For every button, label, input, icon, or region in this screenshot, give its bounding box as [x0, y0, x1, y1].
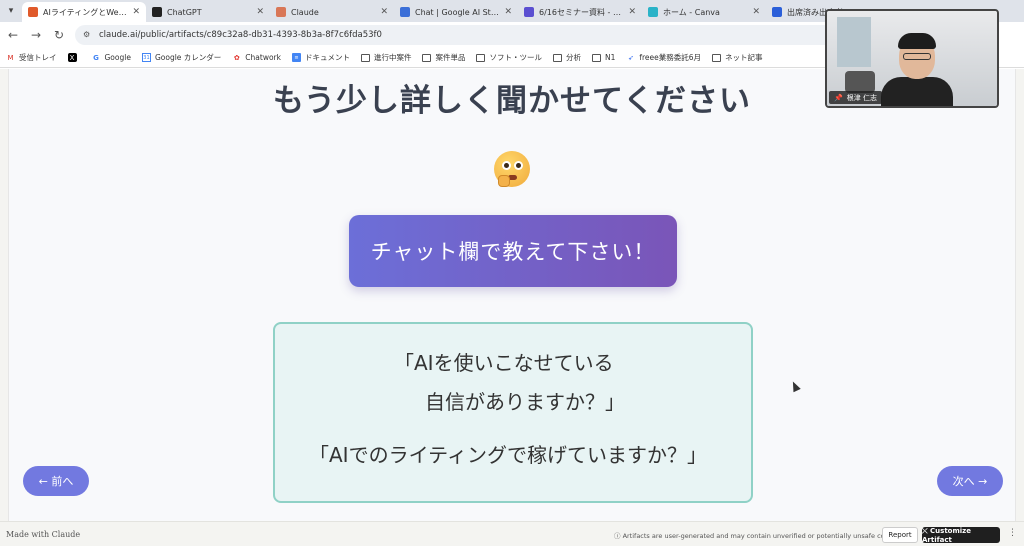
pin-icon: 📌	[834, 93, 843, 102]
presenter-hair	[898, 33, 936, 49]
folder-icon	[591, 53, 601, 62]
disclaimer-text: ⓘ Artifacts are user-generated and may c…	[614, 532, 905, 540]
folder-icon	[552, 53, 562, 62]
bookmark-chatwork[interactable]: ✿ Chatwork	[232, 53, 281, 62]
tab-search-icon[interactable]: ▾	[0, 0, 22, 22]
page-content: もう少し詳しく聞かせてください チャット欄で教えて下さい！ 「AIを使いこなせて…	[0, 69, 1024, 521]
webcam-window	[837, 17, 871, 67]
close-icon[interactable]: ✕	[256, 7, 264, 17]
tab-title: 6/16セミナー資料 - プレゼンテ	[539, 7, 624, 17]
bookmark-inbox[interactable]: M 受信トレイ	[6, 52, 57, 63]
bookmark-folder[interactable]: ソフト・ツール	[476, 52, 542, 63]
tab-title: Claude	[291, 7, 319, 17]
presenter-name: 根津 仁志	[846, 93, 877, 102]
bookmark-docs[interactable]: ≡ ドキュメント	[291, 52, 350, 63]
chat-prompt-button[interactable]: チャット欄で教えて下さい！	[349, 215, 677, 287]
bookmark-label: Google	[104, 53, 131, 62]
freee-icon: ➶	[627, 53, 634, 62]
webcam-overlay: 📌 根津 仁志	[825, 9, 999, 108]
folder-icon	[476, 53, 486, 62]
bookmark-label: 案件単品	[435, 53, 466, 62]
presenter-glasses	[903, 53, 931, 60]
folder-icon	[360, 53, 370, 62]
made-with-claude[interactable]: Made with Claude	[6, 530, 80, 539]
question-line-2: 自信がありますか？」	[425, 390, 625, 414]
tab-2[interactable]: Claude ✕	[270, 2, 394, 22]
close-icon[interactable]: ✕	[504, 7, 512, 17]
bookmark-label: ドキュメント	[304, 53, 350, 62]
site-info-icon[interactable]: ⚙	[83, 30, 93, 40]
folder-icon	[712, 53, 722, 62]
tab-5[interactable]: ホーム - Canva ✕	[642, 2, 766, 22]
thinking-face-emoji-icon	[494, 151, 530, 187]
bookmark-label: ネット記事	[725, 53, 763, 62]
bookmark-folder[interactable]: 分析	[552, 52, 581, 63]
bookmark-folder[interactable]: ネット記事	[712, 52, 763, 63]
tab-title: Chat | Google AI Studio	[415, 7, 501, 17]
folder-icon	[422, 53, 432, 62]
tab-favicon-icon	[276, 7, 286, 17]
calendar-icon: 31	[141, 53, 151, 62]
bookmark-folder[interactable]: 進行中案件	[360, 52, 412, 63]
prev-button[interactable]: ← 前へ	[23, 466, 89, 496]
artifact-footer: Made with Claude ⓘ Artifacts are user-ge…	[0, 521, 1024, 546]
bookmark-folder[interactable]: N1	[591, 53, 616, 62]
tab-title: AIライティングとWebライターの	[43, 7, 128, 17]
forward-arrow-icon[interactable]: →	[26, 25, 46, 45]
eye-icon	[514, 161, 523, 170]
bookmark-label: 分析	[565, 53, 581, 62]
tab-favicon-icon	[524, 7, 534, 17]
back-arrow-icon[interactable]: ←	[3, 25, 23, 45]
address-bar[interactable]: ⚙ claude.ai/public/artifacts/c89c32a8-db…	[75, 25, 835, 45]
close-icon[interactable]: ✕	[628, 7, 636, 17]
bookmark-label: N1	[604, 53, 616, 62]
tab-3[interactable]: Chat | Google AI Studio ✕	[394, 2, 518, 22]
bookmark-x[interactable]: X	[67, 53, 81, 62]
tab-1[interactable]: ChatGPT ✕	[146, 2, 270, 22]
tab-favicon-icon	[648, 7, 658, 17]
tab-favicon-icon	[400, 7, 410, 17]
bookmark-label: 進行中案件	[373, 53, 412, 62]
next-button[interactable]: 次へ →	[937, 466, 1003, 496]
report-button[interactable]: Report	[882, 527, 918, 543]
webcam-chair	[845, 71, 875, 93]
bookmark-google[interactable]: G Google	[92, 53, 131, 62]
close-icon[interactable]: ✕	[380, 7, 388, 17]
bookmark-calendar[interactable]: 31 Google カレンダー	[141, 52, 222, 63]
presenter-name-tag: 📌 根津 仁志	[829, 91, 882, 104]
eye-icon	[502, 161, 511, 170]
x-icon: X	[67, 53, 77, 62]
bookmark-label: freee業務委託6月	[639, 53, 702, 62]
question-line-1: 「AIを使いこなせている	[394, 351, 614, 375]
close-icon[interactable]: ✕	[132, 7, 140, 17]
bookmark-freee[interactable]: ➶ freee業務委託6月	[626, 52, 701, 63]
presenter-body	[881, 77, 953, 106]
bookmark-label: 受信トレイ	[19, 53, 57, 62]
question-box: 「AIを使いこなせている 自信がありますか？」 「AIでのライティングで稼げてい…	[273, 322, 753, 503]
gmail-icon: M	[7, 53, 14, 62]
tab-favicon-icon	[772, 7, 782, 17]
bookmark-label: Chatwork	[245, 53, 281, 62]
tab-0[interactable]: AIライティングとWebライターの ✕	[22, 2, 146, 22]
url-text: claude.ai/public/artifacts/c89c32a8-db31…	[99, 30, 382, 40]
more-options-icon[interactable]: ⋮	[1008, 528, 1017, 538]
tab-4[interactable]: 6/16セミナー資料 - プレゼンテ ✕	[518, 2, 642, 22]
docs-icon: ≡	[291, 53, 301, 62]
chatwork-icon: ✿	[233, 53, 240, 62]
bookmark-label: ソフト・ツール	[489, 53, 542, 62]
close-icon[interactable]: ✕	[752, 7, 760, 17]
customize-artifact-button[interactable]: ⤬ Customize Artifact	[922, 527, 1000, 544]
question-line-3: 「AIでのライティングで稼げていますか？」	[309, 443, 707, 467]
reload-icon[interactable]: ↻	[49, 25, 69, 45]
bookmark-folder[interactable]: 案件単品	[422, 52, 465, 63]
tab-title: ホーム - Canva	[663, 7, 720, 17]
bookmark-label: Google カレンダー	[154, 53, 222, 62]
hand-icon	[498, 175, 510, 187]
tab-title: ChatGPT	[167, 7, 202, 17]
google-icon: G	[93, 53, 99, 62]
tab-favicon-icon	[152, 7, 162, 17]
tab-favicon-icon	[28, 7, 38, 17]
